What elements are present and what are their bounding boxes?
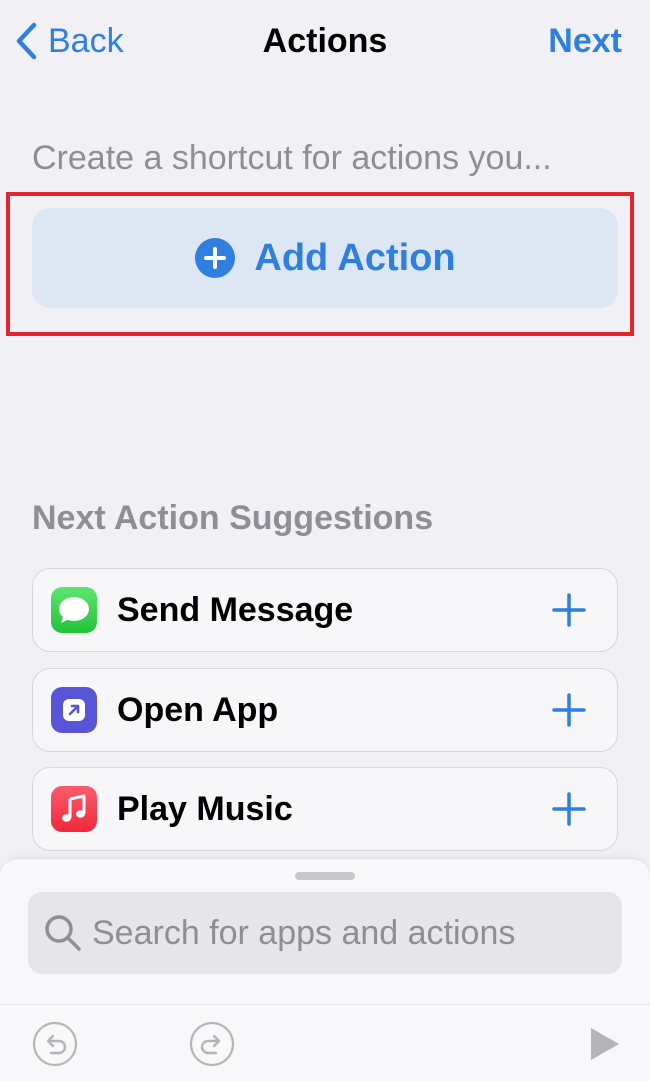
undo-button[interactable] bbox=[30, 1019, 80, 1069]
navigation-bar: Back Actions Next bbox=[0, 0, 650, 84]
messages-icon bbox=[51, 587, 97, 633]
open-app-icon bbox=[51, 687, 97, 733]
run-button[interactable] bbox=[578, 1019, 628, 1069]
next-button[interactable]: Next bbox=[548, 20, 622, 62]
action-search-sheet bbox=[0, 858, 650, 1005]
suggestion-open-app[interactable]: Open App bbox=[32, 668, 618, 752]
sheet-grabber[interactable] bbox=[295, 872, 355, 880]
search-icon bbox=[45, 915, 81, 951]
plus-circle-icon bbox=[195, 238, 236, 278]
redo-icon bbox=[189, 1021, 235, 1067]
add-action-label: Add Action bbox=[254, 236, 456, 279]
add-action-button[interactable]: Add Action bbox=[32, 208, 618, 308]
search-field[interactable] bbox=[28, 892, 622, 974]
add-send-message-button[interactable] bbox=[539, 580, 599, 640]
play-icon bbox=[591, 1028, 619, 1060]
editor-toolbar bbox=[0, 1004, 650, 1081]
add-play-music-button[interactable] bbox=[539, 779, 599, 839]
plus-icon bbox=[552, 693, 586, 727]
search-input[interactable] bbox=[92, 913, 612, 953]
suggestion-label: Open App bbox=[117, 690, 279, 729]
suggestion-play-music[interactable]: Play Music bbox=[32, 767, 618, 851]
undo-icon bbox=[32, 1021, 78, 1067]
music-icon bbox=[51, 786, 97, 832]
plus-icon bbox=[552, 593, 586, 627]
shortcut-description: Create a shortcut for actions you... bbox=[32, 139, 552, 177]
suggestion-label: Play Music bbox=[117, 789, 293, 828]
add-open-app-button[interactable] bbox=[539, 680, 599, 740]
suggestion-label: Send Message bbox=[117, 590, 354, 629]
suggestions-header: Next Action Suggestions bbox=[32, 499, 434, 537]
suggestion-send-message[interactable]: Send Message bbox=[32, 568, 618, 652]
plus-icon bbox=[552, 792, 586, 826]
redo-button[interactable] bbox=[187, 1019, 237, 1069]
